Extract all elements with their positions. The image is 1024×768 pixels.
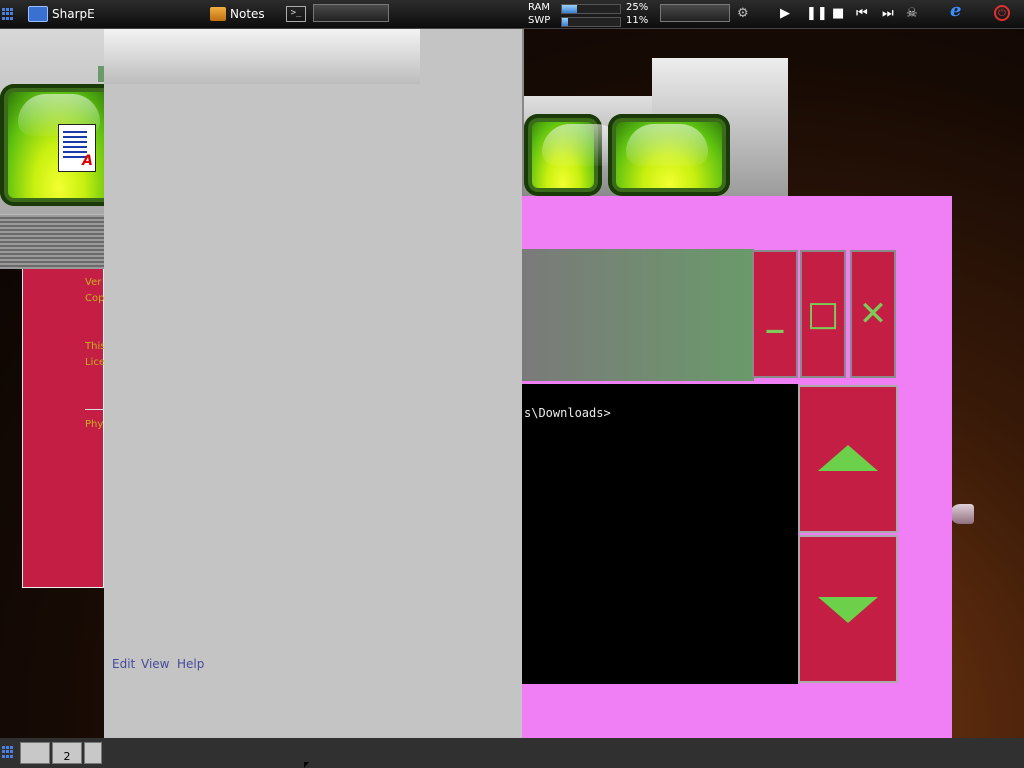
terminal-icon: >_ xyxy=(286,6,306,22)
mouse-cursor xyxy=(304,762,309,768)
notes-icon xyxy=(210,7,226,21)
green-orb-button[interactable] xyxy=(608,114,730,196)
bug-icon[interactable]: ☠ xyxy=(906,6,918,22)
stop-button[interactable]: ■ xyxy=(832,6,844,22)
about-text: Ver xyxy=(85,277,102,288)
start-menu-button[interactable] xyxy=(2,2,14,26)
workspace-3-button[interactable] xyxy=(84,742,102,764)
workspace-1-button[interactable] xyxy=(20,742,50,764)
ram-meter xyxy=(561,4,621,14)
grid-icon xyxy=(2,8,14,20)
console-output[interactable]: s\Downloads> xyxy=(522,384,798,684)
about-text: This xyxy=(85,341,106,352)
notes-label: Notes xyxy=(230,7,265,21)
console-title-bar[interactable] xyxy=(522,249,754,381)
ram-label: RAM xyxy=(528,2,551,13)
about-text: Phy xyxy=(85,419,104,430)
about-panel: Ver Cop This Lice Phy xyxy=(22,268,106,588)
workspace-2-label: 2 xyxy=(63,750,71,763)
terminal-task-button[interactable]: >_ xyxy=(286,2,306,26)
top-taskbar: SharpE Notes >_ RAM 25% SWP 11% ⚙ ▶ ❚❚ ■… xyxy=(0,0,1024,29)
grid-icon xyxy=(2,746,14,758)
pause-button[interactable]: ❚❚ xyxy=(806,6,828,22)
ram-percent: 25% xyxy=(626,2,649,13)
bottom-taskbar xyxy=(0,738,1024,768)
notes-task-button[interactable]: Notes xyxy=(210,2,265,26)
internet-explorer-icon[interactable]: e xyxy=(950,2,961,20)
about-text: Lice xyxy=(85,357,105,368)
main-gray-window: Edit View Help xyxy=(104,28,524,768)
arrow-up-icon xyxy=(818,445,878,471)
swap-label: SWP xyxy=(528,15,551,26)
menu-view[interactable]: View xyxy=(141,657,169,671)
power-button[interactable]: ⏻ xyxy=(994,5,1010,21)
swap-percent: 11% xyxy=(626,15,649,26)
sharpe-label: SharpE xyxy=(52,7,95,21)
previous-button[interactable]: ⏮ xyxy=(856,6,868,22)
pager-icon[interactable] xyxy=(2,746,14,758)
scroll-down-button[interactable] xyxy=(798,535,898,683)
gray-window-header xyxy=(104,28,420,84)
power-icon: ⏻ xyxy=(994,5,1010,21)
play-button[interactable]: ▶ xyxy=(780,6,790,22)
close-button[interactable]: ✕ xyxy=(850,250,896,378)
divider xyxy=(85,409,105,410)
menu-edit[interactable]: Edit xyxy=(112,657,135,671)
next-button[interactable]: ⏭ xyxy=(882,6,894,22)
monitor-icon xyxy=(28,6,48,22)
ram-meter-fill xyxy=(562,5,577,13)
swap-meter xyxy=(561,17,621,27)
minimize-button[interactable]: _ xyxy=(752,250,798,378)
settings-icon[interactable]: ⚙ xyxy=(737,6,749,22)
scroll-up-button[interactable] xyxy=(798,385,898,533)
taskbar-input[interactable] xyxy=(313,4,389,22)
desktop-decoration xyxy=(950,504,974,524)
arrow-down-icon xyxy=(818,597,878,623)
workspace-2-button[interactable]: 2 xyxy=(52,742,82,764)
menu-help[interactable]: Help xyxy=(177,657,204,671)
document-icon[interactable]: A xyxy=(58,124,96,172)
maximize-button[interactable]: □ xyxy=(800,250,846,378)
about-text: Cop xyxy=(85,293,105,304)
volume-bar[interactable] xyxy=(660,4,730,22)
swap-meter-fill xyxy=(562,18,569,26)
sharpe-task-button[interactable]: SharpE xyxy=(28,2,95,26)
green-orb-button[interactable] xyxy=(524,114,624,196)
console-prompt: s\Downloads> xyxy=(524,406,611,420)
